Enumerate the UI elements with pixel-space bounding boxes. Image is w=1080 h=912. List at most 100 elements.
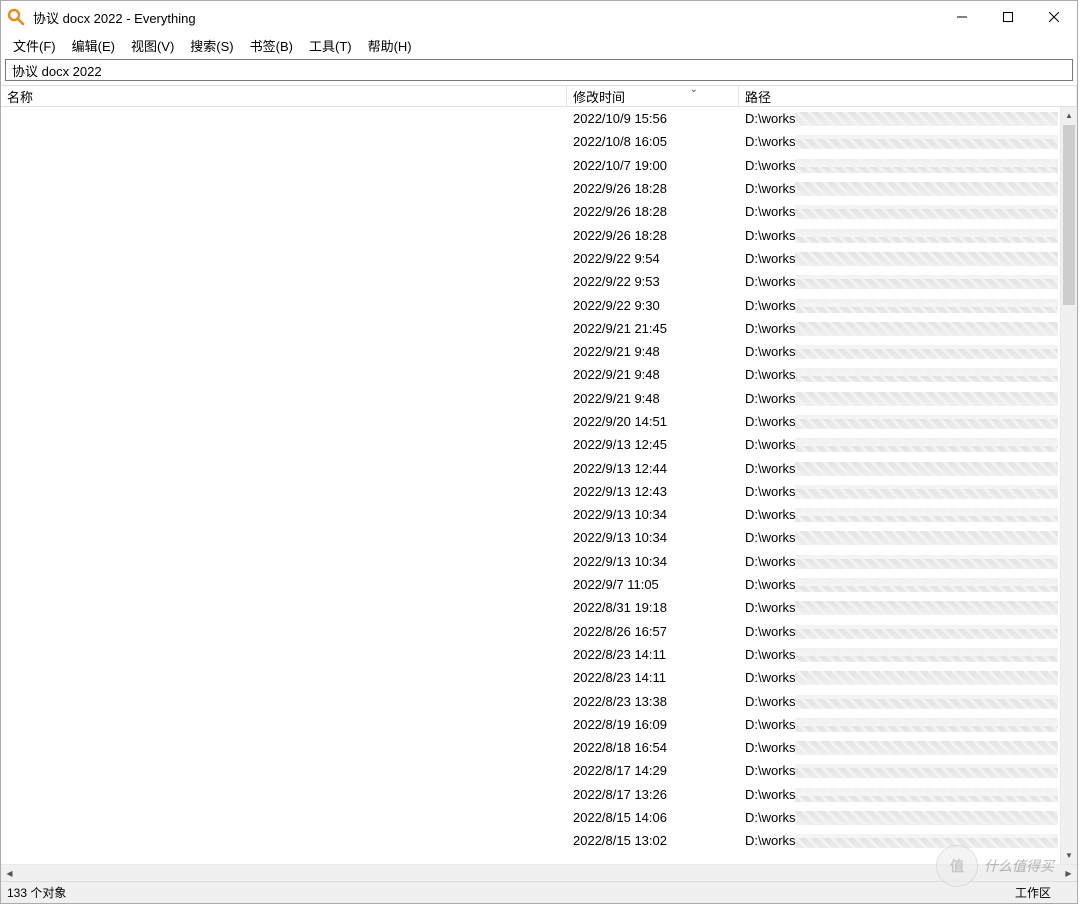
table-row[interactable]: 司签署咨询服务协议的请示-202208...2022/8/23 14:11D:\…	[1, 666, 1060, 689]
file-path: D:\works	[745, 577, 796, 592]
table-row[interactable]: 协议-20221008.docx2022/10/8 16:05D:\works	[1, 130, 1060, 153]
table-row[interactable]: 支持协议-20220920.docx2022/9/20 14:51D:\work…	[1, 410, 1060, 433]
app-window: 协议 docx 2022 - Everything 文件(F) 编辑(E) 视图…	[0, 0, 1078, 904]
table-row[interactable]: 支持协议-20220921.docx2022/9/21 21:45D:\work…	[1, 317, 1060, 340]
table-row[interactable]: 支持协议（清洁版）-20220926.docx2022/9/26 18:28D:…	[1, 223, 1060, 246]
file-path: D:\works	[745, 717, 796, 732]
app-icon	[7, 8, 25, 26]
redacted-region	[795, 252, 1058, 266]
menu-view[interactable]: 视图(V)	[123, 34, 182, 57]
table-row[interactable]: -20220819.docx2022/8/19 16:09D:\works	[1, 713, 1060, 736]
file-path: D:\works	[745, 484, 796, 499]
redacted-region	[795, 275, 1058, 289]
file-date: 2022/9/13 10:34	[567, 530, 739, 545]
file-date: 2022/9/22 9:30	[567, 298, 739, 313]
scroll-right-arrow[interactable]: ▶	[1060, 865, 1077, 881]
file-path: D:\works	[745, 461, 796, 476]
file-date: 2022/8/17 13:26	[567, 787, 739, 802]
table-row[interactable]: 220815.docx2022/8/15 13:02D:\works	[1, 829, 1060, 852]
header-path[interactable]: 路径	[739, 86, 1077, 106]
close-button[interactable]	[1031, 1, 1077, 33]
redacted-region	[795, 834, 1058, 848]
redacted-region	[795, 741, 1058, 755]
menu-tools[interactable]: 工具(T)	[301, 34, 360, 57]
table-row[interactable]: 持协议-20220914-zy.jij-wj-220919....2022/9/…	[1, 363, 1060, 386]
table-row[interactable]: 0815.docx2022/8/15 14:06D:\works	[1, 806, 1060, 829]
header-date[interactable]: 修改时间⌄	[567, 86, 739, 106]
file-date: 2022/8/17 14:29	[567, 763, 739, 778]
file-path: D:\works	[745, 437, 796, 452]
titlebar[interactable]: 协议 docx 2022 - Everything	[1, 1, 1077, 33]
file-date: 2022/9/13 10:34	[567, 554, 739, 569]
file-path: D:\works	[745, 624, 796, 639]
header-name[interactable]: 名称	[1, 86, 567, 106]
redacted-region	[795, 625, 1058, 639]
file-date: 2022/9/21 21:45	[567, 321, 739, 336]
file-path: D:\works	[745, 833, 796, 848]
redacted-region	[795, 485, 1058, 499]
menu-bookmark[interactable]: 书签(B)	[242, 34, 301, 57]
results-list[interactable]: 0221009.docx2022/10/9 15:56D:\works协议-20…	[1, 107, 1060, 864]
minimize-button[interactable]	[939, 1, 985, 33]
table-row[interactable]: 支持协议-20220913.docx2022/9/13 12:43D:\work…	[1, 480, 1060, 503]
table-row[interactable]: 0816.docx2022/8/17 13:26D:\works	[1, 783, 1060, 806]
table-row[interactable]: 资合作补充协议-20220826.docx2022/8/26 16:57D:\w…	[1, 620, 1060, 643]
h-scroll-track[interactable]	[18, 865, 1060, 881]
table-row[interactable]: 支持协议-20220913.docx2022/9/13 12:44D:\work…	[1, 456, 1060, 479]
redacted-region	[795, 415, 1058, 429]
menu-search[interactable]: 搜索(S)	[182, 34, 241, 57]
redacted-region	[795, 438, 1058, 452]
file-date: 2022/8/31 19:18	[567, 600, 739, 615]
file-date: 2022/8/15 13:02	[567, 833, 739, 848]
table-row[interactable]: 2022/8/31 19:18D:\works	[1, 596, 1060, 619]
file-date: 2022/8/23 14:11	[567, 670, 739, 685]
scroll-thumb[interactable]	[1063, 125, 1075, 305]
table-row[interactable]: 协议（清洁版）-20220823.docx2022/8/23 14:11D:\w…	[1, 643, 1060, 666]
scroll-left-arrow[interactable]: ◀	[1, 865, 18, 881]
table-row[interactable]: 19.docx2022/9/13 10:34D:\works	[1, 526, 1060, 549]
redacted-region	[795, 671, 1058, 685]
table-row[interactable]: 支持协议-20220913-zy-wj-220919....2022/9/21 …	[1, 387, 1060, 410]
horizontal-scrollbar[interactable]: ◀ ▶	[1, 864, 1077, 881]
table-row[interactable]: 支持协议-20220922.docx2022/9/22 9:54D:\works	[1, 247, 1060, 270]
scroll-down-arrow[interactable]: ▼	[1061, 847, 1077, 864]
table-row[interactable]: 持协议-20220913.docx2022/9/13 12:45D:\works	[1, 433, 1060, 456]
table-row[interactable]: 协议-20220818.docx2022/8/18 16:54D:\works	[1, 736, 1060, 759]
file-date: 2022/10/7 19:00	[567, 158, 739, 173]
redacted-region	[795, 205, 1058, 219]
table-row[interactable]: 支持协议（清洁版）-20220926.docx2022/9/26 18:28D:…	[1, 200, 1060, 223]
redacted-region	[795, 601, 1058, 615]
file-date: 2022/8/23 14:11	[567, 647, 739, 662]
table-row[interactable]: 协议-20220823.docx2022/8/23 13:38D:\works	[1, 689, 1060, 712]
table-row[interactable]: 0819.docx2022/9/13 10:34D:\works	[1, 550, 1060, 573]
table-row[interactable]: 支持协议-20220913-zy-wj-220919....2022/9/21 …	[1, 340, 1060, 363]
redacted-region	[795, 322, 1058, 336]
file-path: D:\works	[745, 740, 796, 755]
vertical-scrollbar[interactable]: ▲ ▼	[1060, 107, 1077, 864]
table-row[interactable]: 19.docx2022/9/13 10:34D:\works	[1, 503, 1060, 526]
scroll-up-arrow[interactable]: ▲	[1061, 107, 1077, 124]
table-row[interactable]: 持协议（清洁版）-20220926.docx2022/9/26 18:28D:\…	[1, 177, 1060, 200]
table-row[interactable]: 协议-20220810.docx2022/8/17 14:29D:\works	[1, 759, 1060, 782]
maximize-button[interactable]	[985, 1, 1031, 33]
menu-help[interactable]: 帮助(H)	[360, 34, 420, 57]
table-row[interactable]: 0221009.docx2022/10/9 15:56D:\works	[1, 107, 1060, 130]
menu-file[interactable]: 文件(F)	[5, 34, 64, 57]
file-path: D:\works	[745, 298, 796, 313]
table-row[interactable]: 支持协议-20220922.docx2022/9/22 9:30D:\works	[1, 293, 1060, 316]
search-input[interactable]	[5, 59, 1073, 81]
file-date: 2022/10/9 15:56	[567, 111, 739, 126]
table-row[interactable]: -20220907.docx2022/9/7 11:05D:\works	[1, 573, 1060, 596]
menu-edit[interactable]: 编辑(E)	[64, 34, 123, 57]
file-date: 2022/9/26 18:28	[567, 204, 739, 219]
table-row[interactable]: -20221007.docx2022/10/7 19:00D:\works	[1, 154, 1060, 177]
results-area: 0221009.docx2022/10/9 15:56D:\works协议-20…	[1, 107, 1077, 864]
file-date: 2022/9/21 9:48	[567, 344, 739, 359]
table-row[interactable]: 持协议-20220922.docx2022/9/22 9:53D:\works	[1, 270, 1060, 293]
file-path: D:\works	[745, 647, 796, 662]
file-path: D:\works	[745, 507, 796, 522]
file-date: 2022/9/22 9:54	[567, 251, 739, 266]
file-path: D:\works	[745, 367, 796, 382]
file-date: 2022/9/21 9:48	[567, 391, 739, 406]
redacted-region	[795, 555, 1058, 569]
